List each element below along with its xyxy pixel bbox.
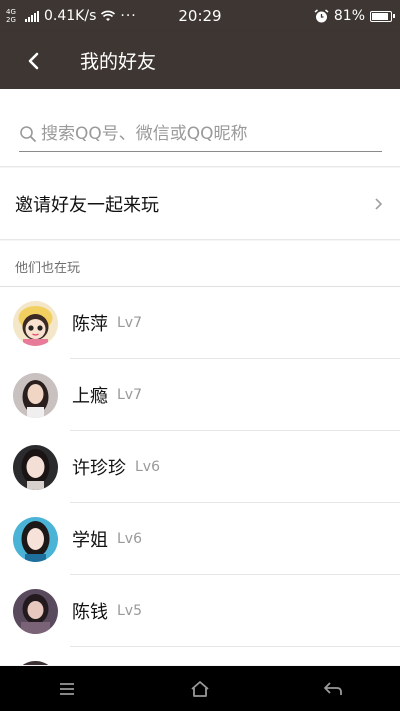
friend-row[interactable]: 学姐 Lv6	[0, 503, 400, 575]
status-right: 81%	[314, 8, 395, 24]
avatar	[13, 660, 58, 665]
friend-level: Lv6	[117, 531, 142, 547]
invite-friends-row[interactable]: 邀请好友一起来玩	[0, 168, 400, 240]
friend-name: 陈萍	[72, 314, 108, 335]
chevron-left-icon	[28, 52, 39, 69]
avatar	[13, 300, 58, 346]
back-arrow-icon	[324, 681, 343, 695]
friend-name: 陈钱	[72, 602, 108, 623]
friend-name: 许珍珍	[72, 458, 126, 479]
friend-list: 陈萍 Lv7 上瘾 Lv7 许珍珍 Lv6 学姐 Lv6 陈钱 Lv5	[0, 287, 400, 665]
search-icon	[20, 126, 36, 142]
battery-percent: 81%	[333, 8, 365, 24]
system-back-button[interactable]	[303, 666, 363, 711]
friend-name: 上瘾	[72, 386, 108, 407]
friend-level: Lv5	[117, 603, 142, 619]
avatar	[13, 516, 58, 562]
menu-icon	[59, 682, 74, 695]
system-nav-bar	[0, 666, 400, 711]
friend-row[interactable]: 上瘾 Lv7	[0, 359, 400, 431]
menu-button[interactable]	[37, 666, 97, 711]
friend-level: Lv7	[117, 315, 142, 331]
search-field[interactable]	[19, 117, 382, 152]
friend-level: Lv6	[135, 459, 160, 475]
chevron-right-icon	[375, 197, 383, 210]
status-bar: 4G 2G 0.41K/s ··· 20:29 81%	[0, 0, 400, 32]
friend-row[interactable]: 陈钱 Lv5	[0, 575, 400, 647]
avatar	[13, 444, 58, 490]
back-button[interactable]	[0, 32, 66, 89]
battery-icon	[370, 10, 395, 22]
friend-row[interactable]	[0, 647, 400, 665]
alarm-icon	[314, 8, 329, 22]
friend-level: Lv7	[117, 387, 142, 403]
home-button[interactable]	[170, 666, 230, 711]
friend-name: 学姐	[72, 530, 108, 551]
battery-level	[372, 12, 389, 20]
search-input[interactable]	[41, 124, 382, 144]
section-header: 他们也在玩	[0, 241, 400, 287]
page-title: 我的好友	[80, 51, 157, 73]
search-area	[0, 89, 400, 167]
friend-row[interactable]: 陈萍 Lv7	[0, 287, 400, 359]
avatar	[13, 588, 58, 634]
friend-row[interactable]: 许珍珍 Lv6	[0, 431, 400, 503]
title-bar: 我的好友	[0, 32, 400, 89]
avatar	[13, 372, 58, 418]
invite-label: 邀请好友一起来玩	[15, 194, 159, 216]
home-icon	[191, 680, 209, 697]
